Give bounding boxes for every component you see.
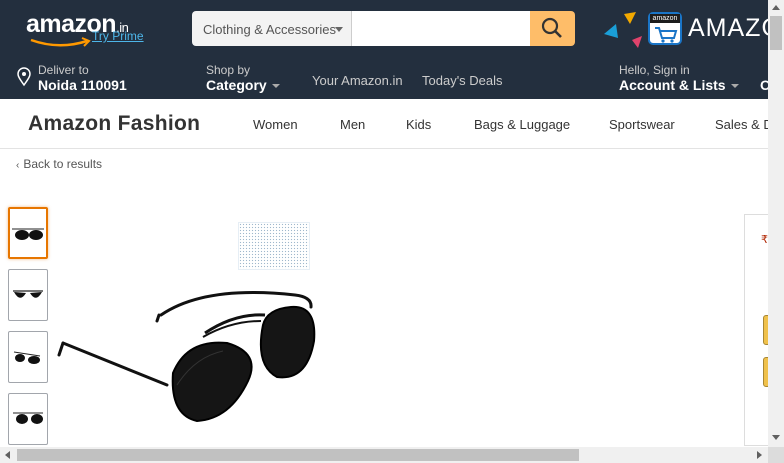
search-category-dropdown[interactable]: Clothing & Accessories [192, 11, 352, 46]
app-icon-label: amazon [650, 14, 680, 23]
price-label: ₹ [761, 234, 768, 246]
search-input[interactable] [352, 11, 530, 46]
sunglasses-icon [12, 228, 44, 240]
account-lists-label: Account & Lists [619, 77, 726, 93]
scrollbar-corner [768, 447, 784, 463]
sign-in-label: Hello, Sign in [619, 63, 690, 77]
your-amazon-link[interactable]: Your Amazon.in [312, 73, 403, 88]
thumbnail-4[interactable] [8, 393, 48, 445]
subnav-sales-deals[interactable]: Sales & D [715, 117, 773, 132]
search-button[interactable] [530, 11, 575, 46]
vertical-scrollbar[interactable] [768, 0, 784, 447]
scroll-down-icon[interactable] [772, 435, 780, 440]
category-label: Category [206, 77, 267, 93]
app-promo-banner[interactable]: amazon AMAZO [600, 10, 768, 50]
subnav-bags-luggage[interactable]: Bags & Luggage [474, 117, 570, 132]
deliver-to-label: Deliver to [38, 63, 89, 77]
buy-box: ₹ [744, 214, 773, 446]
search-icon [541, 17, 562, 38]
thumbnail-2[interactable] [8, 269, 48, 321]
caret-down-icon [730, 84, 739, 89]
todays-deals-link[interactable]: Today's Deals [422, 73, 503, 88]
main-nav: Deliver to Noida 110091 Shop by Category… [0, 59, 771, 99]
subnav-men[interactable]: Men [340, 117, 365, 132]
sunglasses-icon [13, 351, 41, 364]
horizontal-scroll-thumb[interactable] [17, 449, 579, 461]
zoom-lens[interactable] [238, 222, 310, 270]
caret-down-icon [271, 84, 280, 89]
chevron-left-icon: ‹ [16, 160, 20, 171]
back-to-results-link[interactable]: ‹ Back to results [16, 157, 102, 171]
shop-by-label: Shop by [206, 63, 251, 77]
triangles-icon [604, 12, 642, 48]
sunglasses-icon [13, 290, 43, 298]
deliver-to-location[interactable]: Deliver to Noida 110091 [16, 63, 127, 93]
promo-text: AMAZO [688, 14, 768, 42]
subnav-sportswear[interactable]: Sportswear [609, 117, 675, 132]
amazon-app-icon: amazon [648, 12, 682, 45]
search-category-label: Clothing & Accessories [203, 22, 336, 37]
smile-arrow-icon [30, 37, 91, 47]
try-prime-link[interactable]: Try Prime [92, 29, 144, 43]
product-image-sunglasses[interactable] [55, 285, 320, 447]
cart-icon [655, 27, 678, 43]
thumbnail-3[interactable] [8, 331, 48, 383]
header-bar: amazon.in Try Prime Clothing & Accessori… [0, 0, 768, 59]
scroll-right-icon[interactable] [757, 451, 762, 459]
amazon-logo[interactable]: amazon.in Try Prime [26, 10, 156, 47]
thumbnail-1[interactable] [8, 207, 48, 259]
horizontal-scrollbar[interactable] [0, 447, 768, 463]
location-pin-icon [17, 67, 31, 87]
scroll-left-icon[interactable] [5, 451, 10, 459]
scroll-up-icon[interactable] [772, 5, 780, 10]
amazon-fashion-title[interactable]: Amazon Fashion [28, 112, 200, 136]
shop-by-category[interactable]: Shop by Category [206, 63, 280, 93]
fashion-subnav: Amazon Fashion Women Men Kids Bags & Lug… [0, 99, 773, 149]
vertical-scroll-thumb[interactable] [770, 16, 782, 50]
back-to-results-label: Back to results [23, 157, 103, 171]
sunglasses-icon [13, 412, 43, 424]
caret-down-icon [335, 27, 343, 32]
deliver-location: Noida 110091 [38, 77, 127, 93]
subnav-kids[interactable]: Kids [406, 117, 431, 132]
account-lists[interactable]: Hello, Sign in Account & Lists [619, 63, 739, 93]
subnav-women[interactable]: Women [253, 117, 298, 132]
